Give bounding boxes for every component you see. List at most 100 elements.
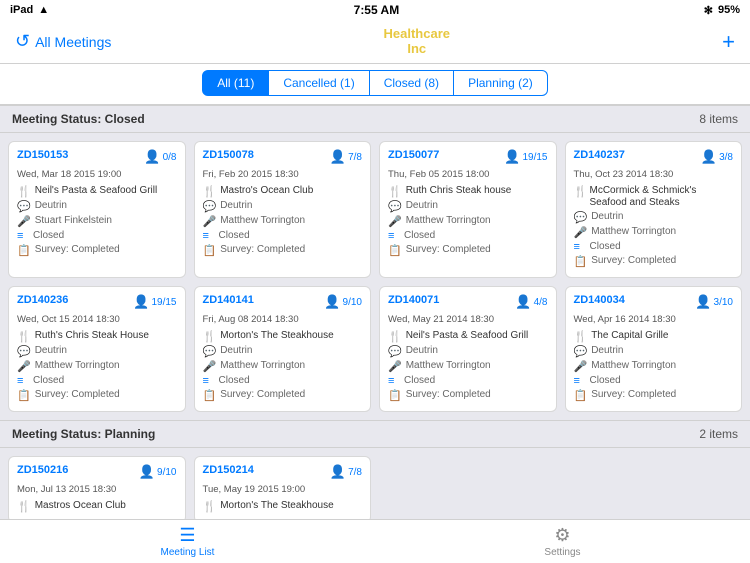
ipad-label: iPad [10,4,33,16]
survey-icon: 📋 [17,244,31,257]
brand-line1: Healthcare [384,27,450,41]
notes-icon: 💬 [203,345,217,358]
card-speaker-row: 🎤 Matthew Torrington [203,360,363,373]
card-restaurant: Morton's The Steakhouse [220,330,333,342]
mic-icon: 🎤 [17,215,31,228]
card-header: ZD140071 👤 4/8 [388,294,548,310]
all-meetings-label[interactable]: All Meetings [35,34,111,50]
card-restaurant: The Capital Grille [591,330,668,342]
tab-0[interactable]: ☰ Meeting List [0,525,375,558]
card-id: ZD140034 [574,294,625,306]
nav-brand-area: Healthcare Inc [384,27,450,56]
card-count-area: 👤 9/10 [139,464,177,480]
card-header: ZD150078 👤 7/8 [203,149,363,165]
mic-icon: 🎤 [17,360,31,373]
card-notes: Deutrin [220,200,252,212]
card-id: ZD140236 [17,294,68,306]
mic-icon: 🎤 [388,360,402,373]
filter-tab-1[interactable]: Cancelled (1) [269,70,369,96]
card-restaurant: Neil's Pasta & Seafood Grill [35,185,158,197]
card-notes-row: 💬 Deutrin [17,200,177,213]
filter-tab-0[interactable]: All (11) [202,70,269,96]
card-survey-row: 📋 Survey: Completed [17,244,177,257]
card-status: Closed [404,375,435,387]
card-date: Mon, Jul 13 2015 18:30 [17,484,177,495]
card-survey-row: 📋 Survey: Completed [388,389,548,402]
card-count: 9/10 [157,467,176,478]
wifi-signal: ▲ [38,4,49,16]
filter-tab-2[interactable]: Closed (8) [370,70,454,96]
card-speaker-row: 🎤 Matthew Torrington [203,215,363,228]
card-restaurant: Morton's The Steakhouse [220,500,333,512]
card-survey-row: 📋 Survey: Completed [388,244,548,257]
card-restaurant-row: 🍴 Ruth's Chris Steak House [17,330,177,343]
card-notes-row: 💬 Deutrin [574,211,734,224]
card-ZD140236[interactable]: ZD140236 👤 19/15 Wed, Oct 15 2014 18:30 … [8,286,186,412]
card-survey-row: 📋 Survey: Completed [203,244,363,257]
section-count-1: 2 items [699,427,738,441]
card-date: Thu, Feb 05 2015 18:00 [388,169,548,180]
card-date: Thu, Oct 23 2014 18:30 [574,169,734,180]
survey-icon: 📋 [574,255,588,268]
card-ZD150216[interactable]: ZD150216 👤 9/10 Mon, Jul 13 2015 18:30 🍴… [8,456,186,520]
battery-label: 95% [718,4,740,16]
card-ZD140071[interactable]: ZD140071 👤 4/8 Wed, May 21 2014 18:30 🍴 … [379,286,557,412]
card-id: ZD150214 [203,464,254,476]
tab-1[interactable]: ⚙ Settings [375,525,750,558]
card-status: Closed [590,375,621,387]
card-count-area: 👤 19/15 [133,294,176,310]
card-status-row: ≡ Closed [17,230,177,242]
card-survey: Survey: Completed [406,389,491,401]
card-count-area: 👤 7/8 [330,149,362,165]
card-ZD140034[interactable]: ZD140034 👤 3/10 Wed, Apr 16 2014 18:30 🍴… [565,286,743,412]
card-ZD150077[interactable]: ZD150077 👤 19/15 Thu, Feb 05 2015 18:00 … [379,141,557,278]
card-ZD150214[interactable]: ZD150214 👤 7/8 Tue, May 19 2015 19:00 🍴 … [194,456,372,520]
list-icon: ≡ [203,230,215,242]
card-count: 3/10 [714,297,733,308]
card-restaurant-row: 🍴 The Capital Grille [574,330,734,343]
person-icon: 👤 [695,294,711,310]
card-restaurant-row: 🍴 Ruth Chris Steak house [388,185,548,198]
status-bar: iPad ▲ 7:55 AM ✻ 95% [0,0,750,20]
card-ZD140141[interactable]: ZD140141 👤 9/10 Fri, Aug 08 2014 18:30 🍴… [194,286,372,412]
card-restaurant-row: 🍴 McCormick & Schmick's Seafood and Stea… [574,185,734,209]
card-survey: Survey: Completed [220,244,305,256]
card-status-row: ≡ Closed [388,230,548,242]
list-icon: ≡ [574,375,586,387]
card-restaurant: McCormick & Schmick's Seafood and Steaks [590,185,734,209]
card-ZD150078[interactable]: ZD150078 👤 7/8 Fri, Feb 20 2015 18:30 🍴 … [194,141,372,278]
card-id: ZD140071 [388,294,439,306]
fork-icon: 🍴 [17,330,31,343]
card-speaker: Matthew Torrington [406,360,491,372]
card-speaker: Stuart Finkelstein [35,215,112,227]
status-time: 7:55 AM [354,3,400,17]
card-restaurant: Mastros Ocean Club [35,500,126,512]
card-id: ZD140141 [203,294,254,306]
card-header: ZD140034 👤 3/10 [574,294,734,310]
nav-refresh-back[interactable]: ↺ All Meetings [15,31,111,52]
card-count-area: 👤 9/10 [324,294,362,310]
cards-grid-1: ZD150216 👤 9/10 Mon, Jul 13 2015 18:30 🍴… [0,448,750,520]
add-button[interactable]: + [722,29,735,55]
card-count-area: 👤 3/8 [701,149,733,165]
card-survey: Survey: Completed [220,389,305,401]
card-restaurant: Neil's Pasta & Seafood Grill [406,330,529,342]
card-count-area: 👤 0/8 [144,149,176,165]
card-ZD150153[interactable]: ZD150153 👤 0/8 Wed, Mar 18 2015 19:00 🍴 … [8,141,186,278]
fork-icon: 🍴 [574,185,586,198]
card-date: Wed, Oct 15 2014 18:30 [17,314,177,325]
card-id: ZD150078 [203,149,254,161]
card-notes-row: 💬 Deutrin [574,345,734,358]
refresh-icon[interactable]: ↺ [15,31,30,52]
card-ZD140237[interactable]: ZD140237 👤 3/8 Thu, Oct 23 2014 18:30 🍴 … [565,141,743,278]
section-header-0: Meeting Status: Closed8 items [0,105,750,133]
list-icon: ≡ [17,230,29,242]
card-notes: Deutrin [591,211,623,223]
filter-tab-3[interactable]: Planning (2) [454,70,548,96]
card-notes-row: 💬 Deutrin [388,200,548,213]
card-count-area: 👤 7/8 [330,464,362,480]
card-count: 7/8 [348,467,362,478]
person-icon: 👤 [324,294,340,310]
main-scroll[interactable]: Meeting Status: Closed8 items ZD150153 👤… [0,105,750,520]
person-icon: 👤 [144,149,160,165]
